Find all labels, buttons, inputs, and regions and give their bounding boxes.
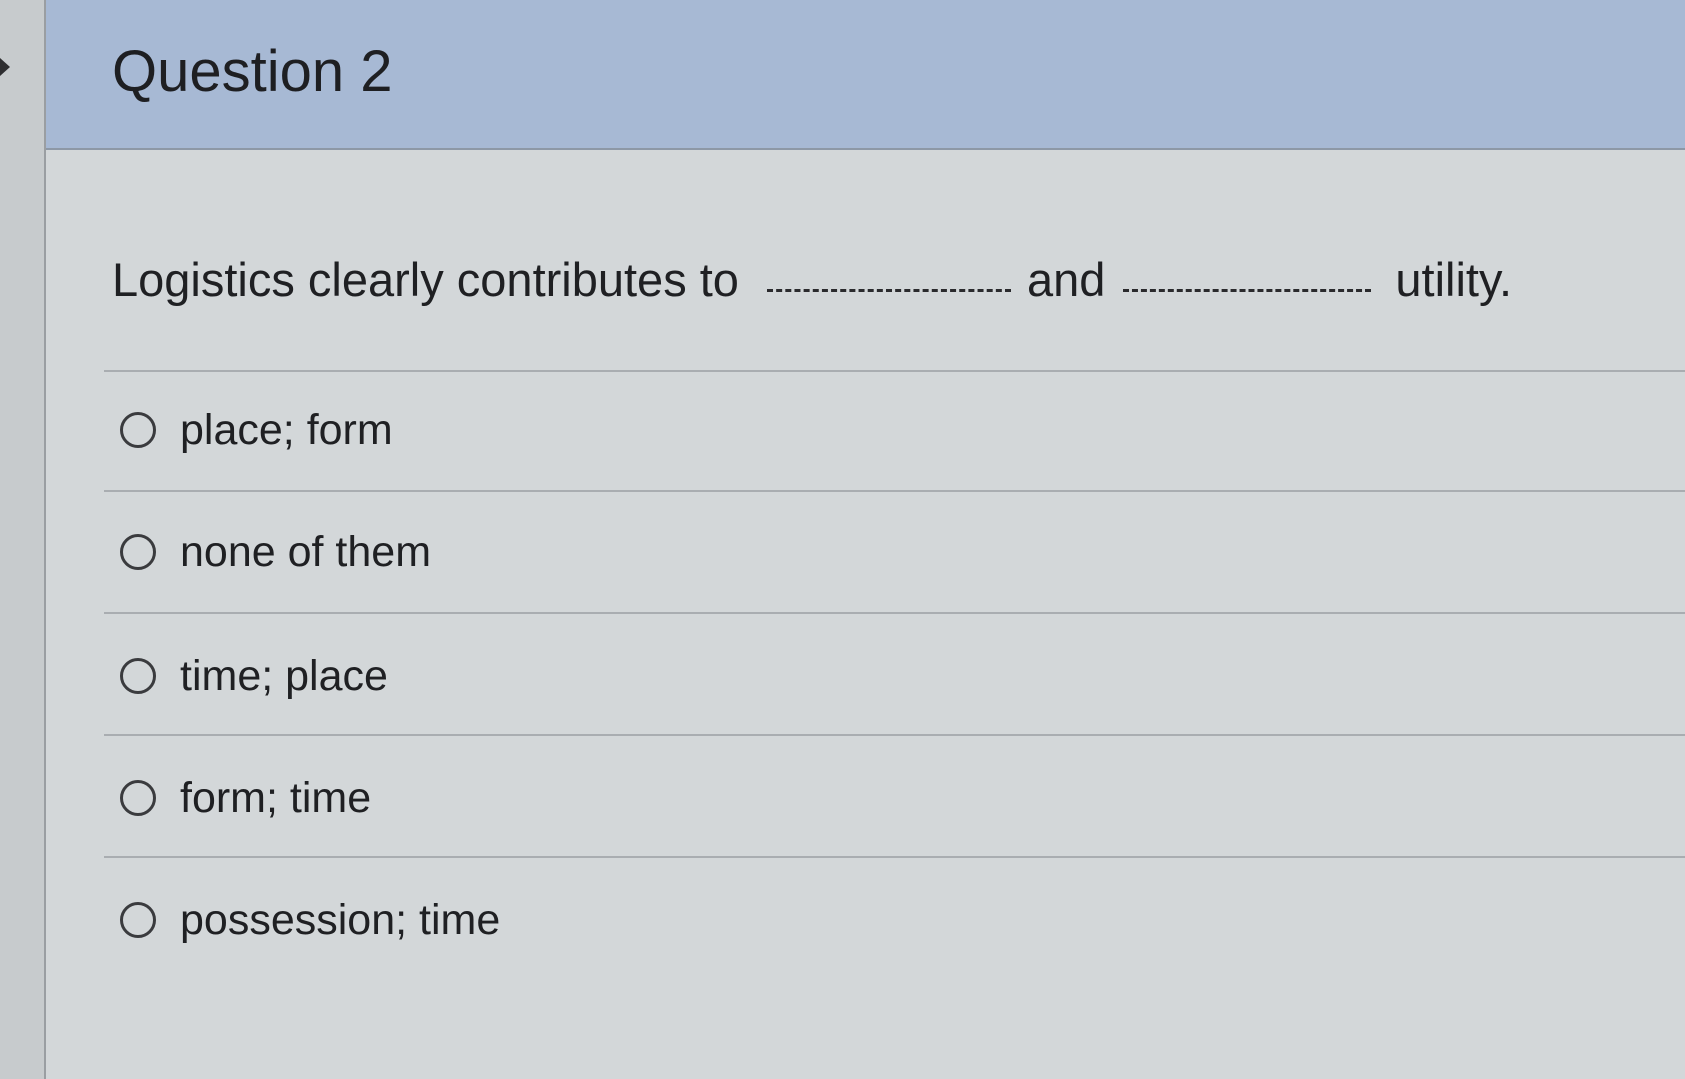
answer-divider — [104, 612, 1685, 614]
answer-option-form-time[interactable]: form; time — [120, 768, 371, 828]
answer-option-place-form[interactable]: place; form — [120, 400, 393, 460]
answer-label: possession; time — [180, 895, 501, 944]
answer-label: place; form — [180, 405, 393, 454]
question-text-before: Logistics clearly contributes to — [112, 253, 739, 306]
left-sidebar-strip — [0, 0, 44, 1079]
answer-blank-2 — [1123, 287, 1372, 292]
question-header: Question 2 — [46, 0, 1685, 150]
answer-divider — [104, 856, 1685, 858]
answer-divider — [104, 490, 1685, 492]
answer-option-time-place[interactable]: time; place — [120, 646, 388, 706]
question-title: Question 2 — [112, 39, 393, 104]
answer-blank-1 — [766, 287, 1011, 292]
radio-button-icon[interactable] — [120, 412, 156, 448]
quiz-screen: Question 2 Logistics clearly contributes… — [0, 0, 1685, 1079]
answer-divider — [104, 734, 1685, 736]
answer-label: none of them — [180, 527, 432, 576]
radio-button-icon[interactable] — [120, 902, 156, 938]
radio-button-icon[interactable] — [120, 780, 156, 816]
question-prompt: Logistics clearly contributes to and uti… — [112, 252, 1512, 307]
answer-label: form; time — [180, 773, 372, 822]
collapse-arrow-icon[interactable] — [0, 58, 10, 76]
question-card: Question 2 Logistics clearly contributes… — [44, 0, 1685, 1079]
question-text-middle: and — [1026, 253, 1106, 306]
question-text-after: utility. — [1395, 253, 1513, 306]
answer-label: time; place — [180, 651, 388, 700]
answer-option-none-of-them[interactable]: none of them — [120, 522, 431, 582]
radio-button-icon[interactable] — [120, 534, 156, 570]
radio-button-icon[interactable] — [120, 658, 156, 694]
answer-divider — [104, 370, 1685, 372]
answer-option-possession-time[interactable]: possession; time — [120, 890, 500, 950]
